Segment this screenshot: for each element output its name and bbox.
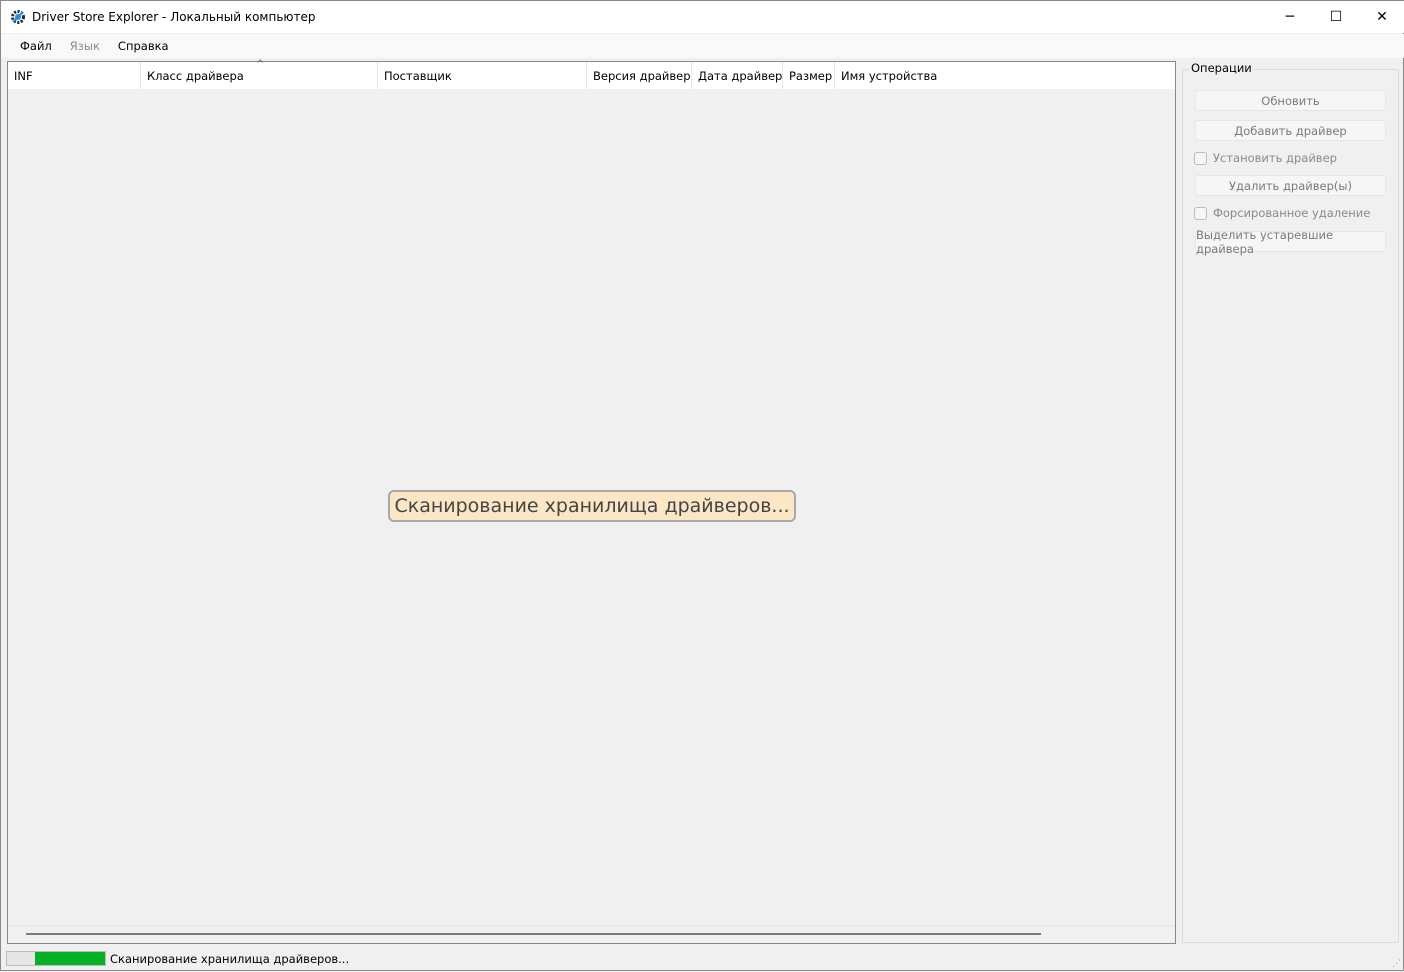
delete-drivers-button[interactable]: Удалить драйвер(ы) [1195,175,1386,196]
maximize-button[interactable]: ☐ [1313,1,1359,33]
checkbox-box[interactable] [1194,207,1207,220]
column-inf[interactable]: INF [8,62,141,89]
checkbox-box[interactable] [1194,152,1207,165]
close-button[interactable]: ✕ [1359,1,1404,33]
horizontal-scrollbar[interactable] [8,925,1175,943]
window-title: Driver Store Explorer - Локальный компью… [32,10,316,24]
force-delete-label: Форсированное удаление [1213,206,1370,220]
menu-language[interactable]: Язык [61,39,109,53]
minimize-button[interactable]: ─ [1267,1,1313,33]
column-provider[interactable]: Поставщик [378,62,587,89]
status-bar: Сканирование хранилища драйверов... ⋰ [1,947,1404,972]
sort-ascending-icon: ^ [256,59,264,70]
force-delete-checkbox[interactable]: Форсированное удаление [1194,206,1370,220]
title-bar: Driver Store Explorer - Локальный компью… [1,1,1404,33]
refresh-button[interactable]: Обновить [1195,90,1386,111]
operations-group [1182,69,1399,943]
column-driver-version[interactable]: Версия драйвера [587,62,692,89]
scrollbar-thumb[interactable] [26,933,1041,935]
scanning-overlay: Сканирование хранилища драйверов... [388,490,796,522]
menu-file[interactable]: Файл [11,39,61,53]
column-driver-date[interactable]: Дата драйвера [692,62,783,89]
list-header: INF Класс драйвера Поставщик Версия драй… [8,62,1175,89]
menu-help[interactable]: Справка [109,39,178,53]
select-old-drivers-button[interactable]: Выделить устаревшие драйвера [1195,231,1386,252]
install-driver-checkbox[interactable]: Установить драйвер [1194,151,1337,165]
menu-bar: Файл Язык Справка [1,34,1404,58]
column-device-name[interactable]: Имя устройства [835,62,985,89]
add-driver-button[interactable]: Добавить драйвер [1195,120,1386,141]
resize-grip-icon[interactable]: ⋰ [1392,959,1401,969]
install-driver-label: Установить драйвер [1213,151,1337,165]
progress-fill [35,952,106,965]
column-size[interactable]: Размер [783,62,835,89]
gear-wrench-icon [10,9,26,25]
operations-title: Операции [1189,61,1254,75]
status-text: Сканирование хранилища драйверов... [110,952,349,966]
progress-bar [6,951,106,966]
